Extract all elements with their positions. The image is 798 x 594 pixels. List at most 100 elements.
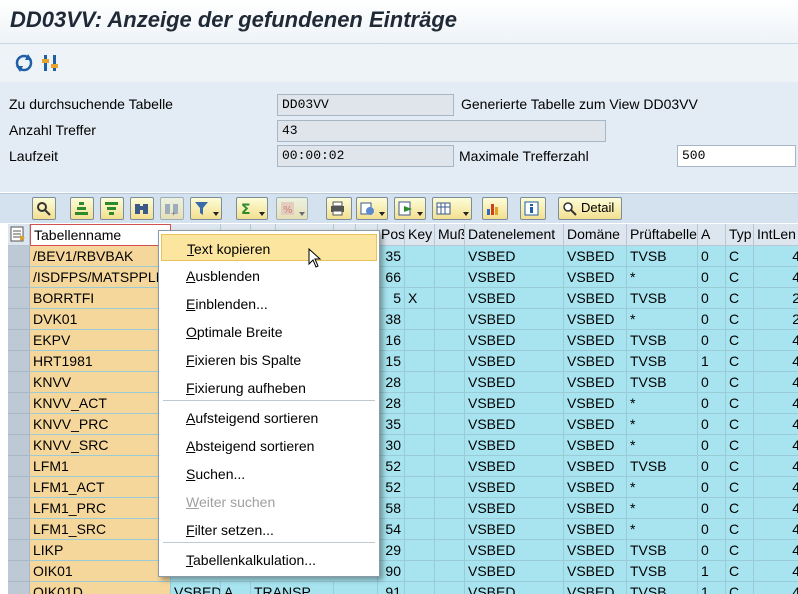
cell-tabellenname[interactable]: LFM1 bbox=[30, 456, 171, 477]
table-cell[interactable]: C bbox=[726, 519, 754, 540]
table-cell[interactable]: 35 bbox=[378, 246, 405, 267]
table-cell[interactable]: C bbox=[726, 498, 754, 519]
row-selector[interactable] bbox=[8, 330, 30, 351]
table-cell[interactable]: VSBED bbox=[564, 372, 627, 393]
table-cell[interactable]: * bbox=[627, 267, 698, 288]
cell-tabellenname[interactable]: LFM1_ACT bbox=[30, 477, 171, 498]
table-cell[interactable]: TVSB bbox=[627, 456, 698, 477]
info-button[interactable] bbox=[520, 197, 546, 220]
menu-item-text-kopieren[interactable]: Text kopieren bbox=[161, 234, 377, 261]
table-cell[interactable]: C bbox=[726, 561, 754, 582]
menu-item-fixierung-aufheben[interactable]: Fixierung aufheben bbox=[161, 374, 377, 401]
table-cell[interactable] bbox=[435, 456, 465, 477]
table-cell[interactable]: VSBED bbox=[564, 393, 627, 414]
table-cell[interactable]: 52 bbox=[378, 477, 405, 498]
table-cell[interactable] bbox=[405, 561, 435, 582]
table-cell[interactable]: 58 bbox=[378, 498, 405, 519]
table-cell[interactable]: C bbox=[726, 582, 754, 594]
table-cell[interactable]: C bbox=[726, 330, 754, 351]
table-cell[interactable]: 2 bbox=[754, 309, 798, 330]
table-cell[interactable]: VSBED bbox=[564, 435, 627, 456]
table-cell[interactable]: VSBED bbox=[465, 477, 564, 498]
table-cell[interactable]: VSBED bbox=[564, 330, 627, 351]
row-selector[interactable] bbox=[8, 288, 30, 309]
table-cell[interactable]: 91 bbox=[378, 582, 405, 594]
views-button[interactable] bbox=[356, 197, 388, 220]
table-cell[interactable] bbox=[435, 582, 465, 594]
table-cell[interactable]: TVSB bbox=[627, 372, 698, 393]
row-selector[interactable] bbox=[8, 309, 30, 330]
column-header-muss[interactable]: Muß bbox=[435, 224, 465, 246]
table-cell[interactable]: VSBED bbox=[465, 456, 564, 477]
cell-tabellenname[interactable]: HRT1981 bbox=[30, 351, 171, 372]
menu-item-tabellenkalkulation[interactable]: Tabellenkalkulation... bbox=[161, 546, 377, 573]
table-cell[interactable]: 0 bbox=[698, 498, 726, 519]
cell-tabellenname[interactable]: /ISDFPS/MATSPPLI bbox=[30, 267, 171, 288]
detail-button[interactable]: Detail bbox=[558, 197, 622, 220]
menu-item-weiter-suchen[interactable]: Weiter suchen bbox=[161, 488, 377, 515]
table-cell[interactable]: VSBED bbox=[171, 582, 221, 594]
table-cell[interactable]: 4 bbox=[754, 498, 798, 519]
table-cell[interactable]: VSBED bbox=[465, 351, 564, 372]
row-selector[interactable] bbox=[8, 393, 30, 414]
row-selector[interactable] bbox=[8, 414, 30, 435]
table-cell[interactable]: VSBED bbox=[564, 414, 627, 435]
table-cell[interactable]: 0 bbox=[698, 309, 726, 330]
table-cell[interactable]: * bbox=[627, 435, 698, 456]
table-cell[interactable] bbox=[435, 288, 465, 309]
export-button[interactable] bbox=[394, 197, 426, 220]
table-cell[interactable]: * bbox=[627, 498, 698, 519]
table-cell[interactable]: VSBED bbox=[564, 498, 627, 519]
table-cell[interactable]: VSBED bbox=[564, 456, 627, 477]
filter-button[interactable] bbox=[190, 197, 222, 220]
row-selector[interactable] bbox=[8, 267, 30, 288]
table-cell[interactable] bbox=[405, 519, 435, 540]
table-cell[interactable]: 4 bbox=[754, 519, 798, 540]
table-cell[interactable]: 1 bbox=[698, 582, 726, 594]
table-cell[interactable] bbox=[405, 540, 435, 561]
sum-button[interactable]: Σ bbox=[236, 197, 268, 220]
table-cell[interactable]: VSBED bbox=[564, 561, 627, 582]
table-cell[interactable] bbox=[405, 582, 435, 594]
cell-tabellenname[interactable]: LFM1_PRC bbox=[30, 498, 171, 519]
table-cell[interactable]: A bbox=[221, 582, 251, 594]
table-cell[interactable] bbox=[405, 414, 435, 435]
row-selector[interactable] bbox=[8, 561, 30, 582]
table-cell[interactable]: 0 bbox=[698, 288, 726, 309]
table-cell[interactable]: C bbox=[726, 267, 754, 288]
table-cell[interactable] bbox=[435, 414, 465, 435]
table-cell[interactable]: VSBED bbox=[465, 330, 564, 351]
table-cell[interactable]: VSBED bbox=[564, 519, 627, 540]
details-button[interactable] bbox=[32, 197, 56, 220]
row-selector[interactable] bbox=[8, 498, 30, 519]
table-cell[interactable]: VSBED bbox=[564, 540, 627, 561]
cell-tabellenname[interactable]: KNVV_ACT bbox=[30, 393, 171, 414]
table-cell[interactable]: C bbox=[726, 435, 754, 456]
table-cell[interactable]: 35 bbox=[378, 414, 405, 435]
menu-item-filter-setzen[interactable]: Filter setzen... bbox=[161, 516, 377, 543]
table-cell[interactable]: 0 bbox=[698, 393, 726, 414]
table-cell[interactable]: * bbox=[627, 309, 698, 330]
table-cell[interactable]: TVSB bbox=[627, 561, 698, 582]
table-cell[interactable]: VSBED bbox=[465, 435, 564, 456]
table-cell[interactable] bbox=[435, 309, 465, 330]
table-cell[interactable] bbox=[405, 351, 435, 372]
table-cell[interactable]: 5 bbox=[378, 288, 405, 309]
table-cell[interactable] bbox=[435, 372, 465, 393]
row-selector[interactable] bbox=[8, 519, 30, 540]
table-cell[interactable]: 4 bbox=[754, 393, 798, 414]
row-selector[interactable] bbox=[8, 246, 30, 267]
table-cell[interactable]: 4 bbox=[754, 561, 798, 582]
table-cell[interactable]: 90 bbox=[378, 561, 405, 582]
menu-item-fixieren-bis-spalte[interactable]: Fixieren bis Spalte bbox=[161, 346, 377, 373]
table-cell[interactable]: 0 bbox=[698, 435, 726, 456]
table-cell[interactable] bbox=[405, 498, 435, 519]
table-cell[interactable] bbox=[435, 477, 465, 498]
table-cell[interactable]: VSBED bbox=[465, 414, 564, 435]
menu-item-einblenden[interactable]: Einblenden... bbox=[161, 290, 377, 317]
table-cell[interactable]: 16 bbox=[378, 330, 405, 351]
table-cell[interactable] bbox=[435, 330, 465, 351]
table-cell[interactable]: TVSB bbox=[627, 582, 698, 594]
column-header-intlen[interactable]: IntLen bbox=[754, 224, 798, 246]
table-cell[interactable] bbox=[435, 393, 465, 414]
